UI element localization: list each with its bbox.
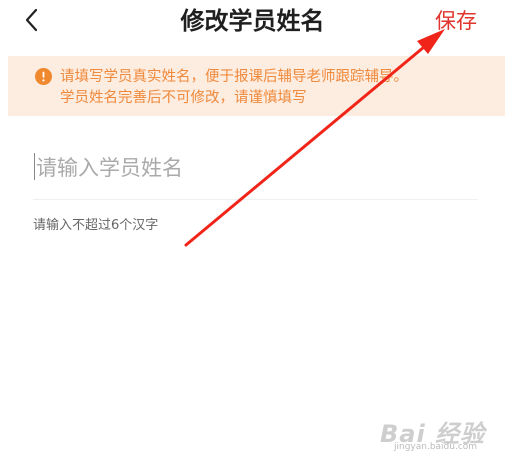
watermark-site-text: jingyan.baidu.com [394,442,478,452]
warning-circle-icon [35,68,52,85]
chevron-left-icon [25,8,38,32]
page-title: 修改学员姓名 [180,7,325,35]
baidu-jingyan-watermark: Bai 经验 jingyan.baidu.com [380,408,498,458]
input-divider [33,199,478,200]
student-name-field [33,148,481,188]
input-hint: 请输入不超过6个汉字 [33,218,159,233]
back-button[interactable] [18,6,48,36]
notice-banner: 请填写学员真实姓名，便于报课后辅导老师跟踪辅导。 学员姓名完善后不可修改，请谨慎… [8,56,505,116]
student-name-input[interactable] [33,148,481,188]
navigation-bar: 修改学员姓名 保存 [0,0,505,48]
notice-text-line-1: 请填写学员真实姓名，便于报课后辅导老师跟踪辅导。 [60,69,408,85]
notice-text-line-2: 学员姓名完善后不可修改，请谨慎填写 [60,90,307,106]
edit-student-name-page: 修改学员姓名 保存 请填写学员真实姓名，便于报课后辅导老师跟踪辅导。 学员姓名完… [0,0,505,467]
text-caret [34,153,35,180]
save-button[interactable]: 保存 [435,6,477,36]
